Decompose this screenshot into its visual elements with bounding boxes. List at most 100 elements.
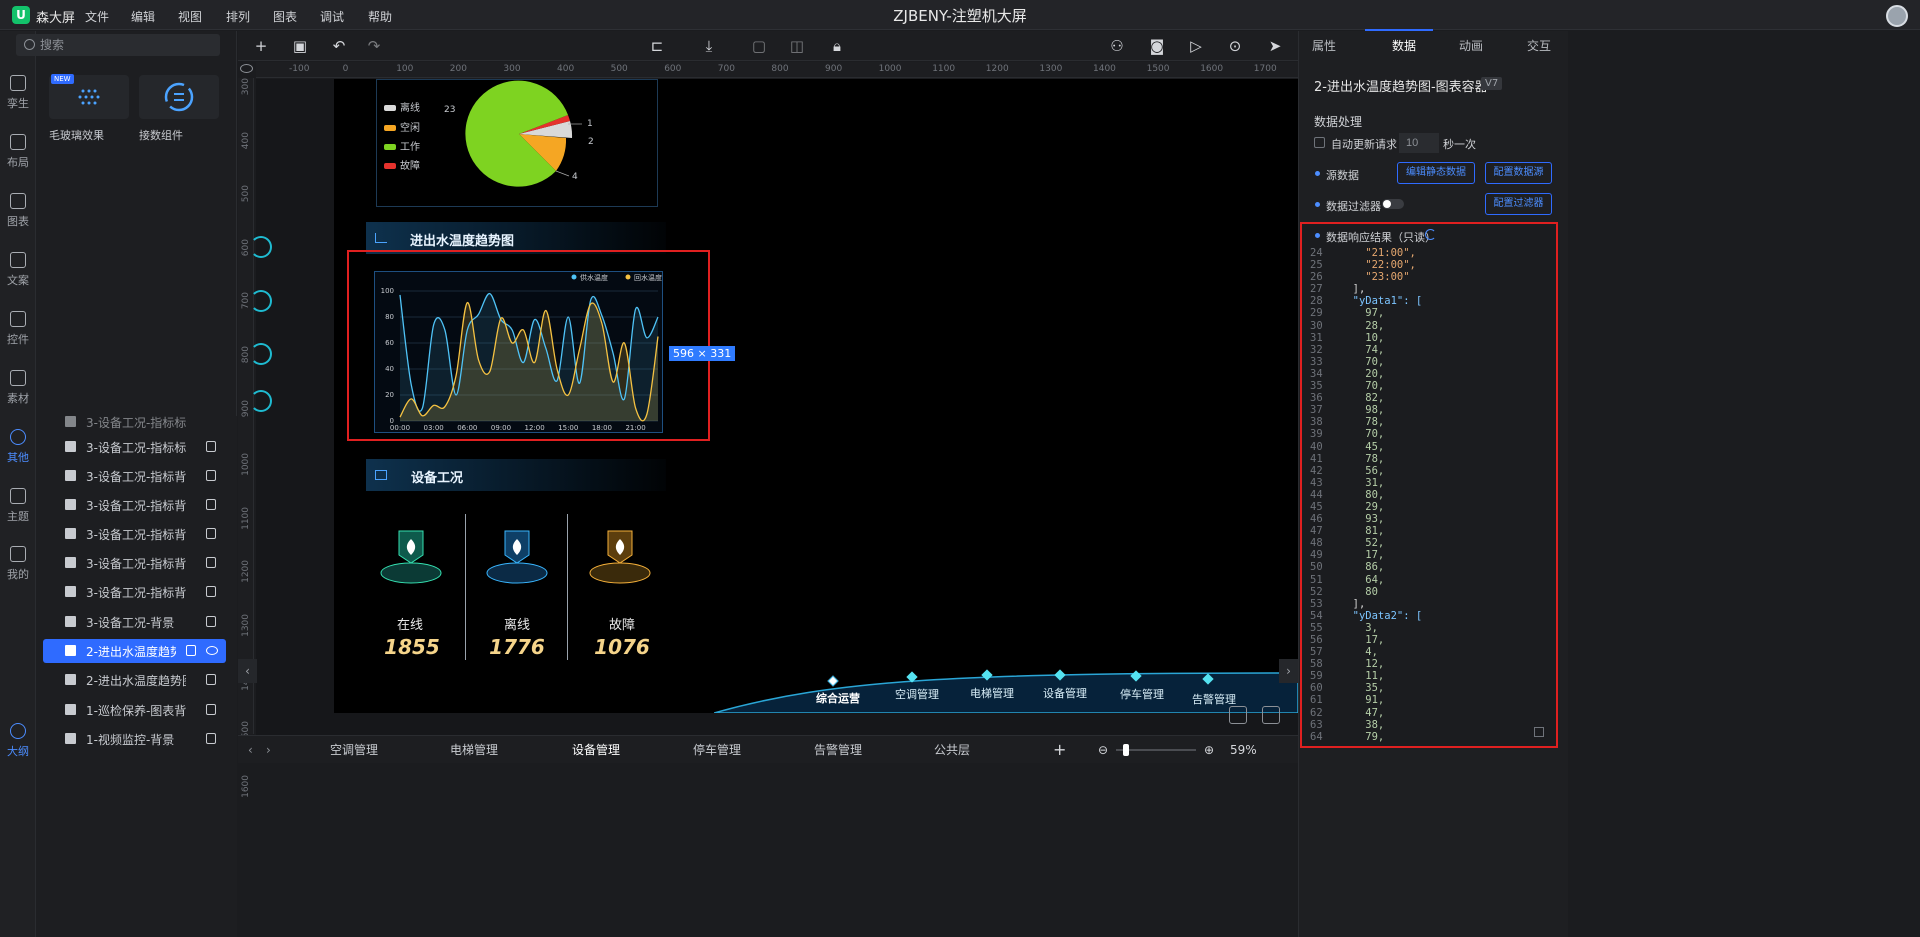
layer-item[interactable]: 3-设备工况-指标背景4	[43, 493, 226, 517]
group-icon[interactable]: ▢	[750, 37, 768, 55]
tab-page-alarm[interactable]: 告警管理	[814, 736, 862, 764]
lock-icon[interactable]	[206, 616, 216, 627]
lock-icon[interactable]	[206, 441, 216, 452]
layer-item[interactable]: 3-设备工况-指标背景2	[43, 551, 226, 575]
eye-toggle-icon[interactable]	[240, 64, 253, 73]
add-page-icon[interactable]: +	[1053, 736, 1066, 764]
tab-data[interactable]: 数据	[1392, 37, 1416, 54]
rail-item-control[interactable]: 控件	[0, 311, 36, 347]
user-avatar[interactable]	[1886, 5, 1908, 27]
tab-page-parking[interactable]: 停车管理	[693, 736, 741, 764]
tab-page-equipment[interactable]: 设备管理	[572, 736, 620, 764]
collapse-left-icon[interactable]: ‹	[238, 659, 257, 683]
refresh-control-icon[interactable]	[250, 343, 272, 365]
rail-item-theme[interactable]: 主题	[0, 488, 36, 524]
menu-debug[interactable]: 调试	[320, 8, 344, 25]
config-datasource-button[interactable]: 配置数据源	[1485, 162, 1552, 184]
filter-toggle[interactable]	[1382, 199, 1404, 209]
layer-item[interactable]: 1-巡检保养-图表背景	[43, 698, 226, 722]
rail-item-layout[interactable]: 布局	[0, 134, 36, 170]
camera-icon[interactable]: ◙	[1148, 37, 1166, 55]
lock-icon[interactable]	[206, 674, 216, 685]
refresh-icon[interactable]	[1425, 229, 1436, 240]
config-filter-button[interactable]: 配置过滤器	[1485, 193, 1552, 215]
layer-item[interactable]: 3-设备工况-指标标题2	[43, 416, 226, 434]
terminal-icon[interactable]	[1262, 706, 1280, 724]
nav-item-operations[interactable]: 综合运营	[816, 690, 860, 706]
menu-edit[interactable]: 编辑	[131, 8, 155, 25]
distribute-icon[interactable]: ⤓	[700, 37, 718, 55]
layer-item[interactable]: 3-设备工况-背景	[43, 610, 226, 634]
publish-icon[interactable]: ⊙	[1226, 37, 1244, 55]
tab-next-icon[interactable]: ›	[266, 736, 271, 764]
rail-item-mine[interactable]: 我的	[0, 546, 36, 582]
add-icon[interactable]: +	[252, 37, 270, 55]
play-icon[interactable]: ▷	[1187, 37, 1205, 55]
undo-icon[interactable]: ↶	[330, 37, 348, 55]
refresh-control-icon[interactable]	[250, 236, 272, 258]
tab-interaction[interactable]: 交互	[1527, 37, 1551, 54]
rail-item-text[interactable]: 文案	[0, 252, 36, 288]
eye-icon[interactable]	[206, 646, 218, 655]
save-icon[interactable]: ▣	[291, 37, 309, 55]
rail-item-more[interactable]: 其他	[0, 429, 36, 465]
layer-item[interactable]: 3-设备工况-指标背景5	[43, 464, 226, 488]
nav-item-parking[interactable]: 停车管理	[1120, 686, 1164, 702]
collapse-right-icon[interactable]: ›	[1279, 659, 1298, 683]
tab-page-common[interactable]: 公共层	[934, 736, 970, 764]
menu-chart[interactable]: 图表	[273, 8, 297, 25]
align-icon[interactable]: ⊏	[648, 37, 666, 55]
refresh-control-icon[interactable]	[250, 390, 272, 412]
menu-view[interactable]: 视图	[178, 8, 202, 25]
layer-item[interactable]: 3-设备工况-指标背景3	[43, 522, 226, 546]
lock-icon[interactable]	[206, 733, 216, 744]
zoom-in-icon[interactable]: ⊕	[1204, 736, 1214, 764]
layer-item[interactable]: 3-设备工况-指标标题1	[43, 435, 226, 459]
user-add-icon[interactable]: ⚇	[1108, 37, 1126, 55]
tab-page-aircon[interactable]: 空调管理	[330, 736, 378, 764]
zoom-out-icon[interactable]: ⊖	[1098, 736, 1108, 764]
menu-help[interactable]: 帮助	[368, 8, 392, 25]
ungroup-icon[interactable]: ◫	[788, 37, 806, 55]
rail-item-twin[interactable]: 孪生	[0, 75, 36, 111]
selection-box[interactable]	[347, 250, 710, 441]
auto-update-checkbox[interactable]	[1314, 137, 1325, 148]
layer-item[interactable]: 3-设备工况-指标背景1	[43, 580, 226, 604]
search-input[interactable]	[40, 37, 210, 53]
tab-prev-icon[interactable]: ‹	[248, 736, 253, 764]
menu-arrange[interactable]: 排列	[226, 8, 250, 25]
nav-item-elevator[interactable]: 电梯管理	[970, 685, 1014, 701]
lock-icon[interactable]	[206, 557, 216, 568]
layer-item[interactable]: 1-视频监控-背景	[43, 727, 226, 751]
lock-toolbar-icon[interactable]: 🔒︎	[828, 37, 846, 55]
rail-item-outline[interactable]: 大纲	[0, 723, 36, 759]
lock-icon[interactable]	[206, 586, 216, 597]
expand-icon[interactable]	[1534, 727, 1544, 737]
send-icon[interactable]: ➤	[1266, 37, 1284, 55]
tab-page-elevator[interactable]: 电梯管理	[450, 736, 498, 764]
lock-icon[interactable]	[186, 645, 196, 656]
nav-item-equipment[interactable]: 设备管理	[1043, 685, 1087, 701]
zoom-level[interactable]: 59%	[1230, 743, 1257, 757]
refresh-control-icon[interactable]	[250, 290, 272, 312]
lock-icon[interactable]	[206, 704, 216, 715]
nav-item-aircon[interactable]: 空调管理	[895, 686, 939, 702]
zoom-slider-handle[interactable]	[1123, 744, 1129, 756]
nav-item-alarm[interactable]: 告警管理	[1192, 691, 1236, 707]
redo-icon[interactable]: ↷	[365, 37, 383, 55]
edit-static-data-button[interactable]: 编辑静态数据	[1397, 162, 1475, 184]
interval-input[interactable]	[1399, 133, 1439, 153]
data-receiver-card[interactable]	[139, 75, 219, 119]
lock-icon[interactable]	[206, 499, 216, 510]
tab-animation[interactable]: 动画	[1459, 37, 1483, 54]
lock-icon[interactable]	[206, 470, 216, 481]
tab-properties[interactable]: 属性	[1312, 37, 1336, 54]
sitemap-icon[interactable]	[1229, 706, 1247, 724]
lock-icon[interactable]	[206, 528, 216, 539]
layer-item[interactable]: 2-进出水温度趋势图-...	[43, 668, 226, 692]
rail-item-chart[interactable]: 图表	[0, 193, 36, 229]
menu-file[interactable]: 文件	[85, 8, 109, 25]
rail-label: 其他	[7, 451, 29, 464]
rail-item-image[interactable]: 素材	[0, 370, 36, 406]
layer-item-selected[interactable]: 2-进出水温度趋势...	[43, 639, 226, 663]
